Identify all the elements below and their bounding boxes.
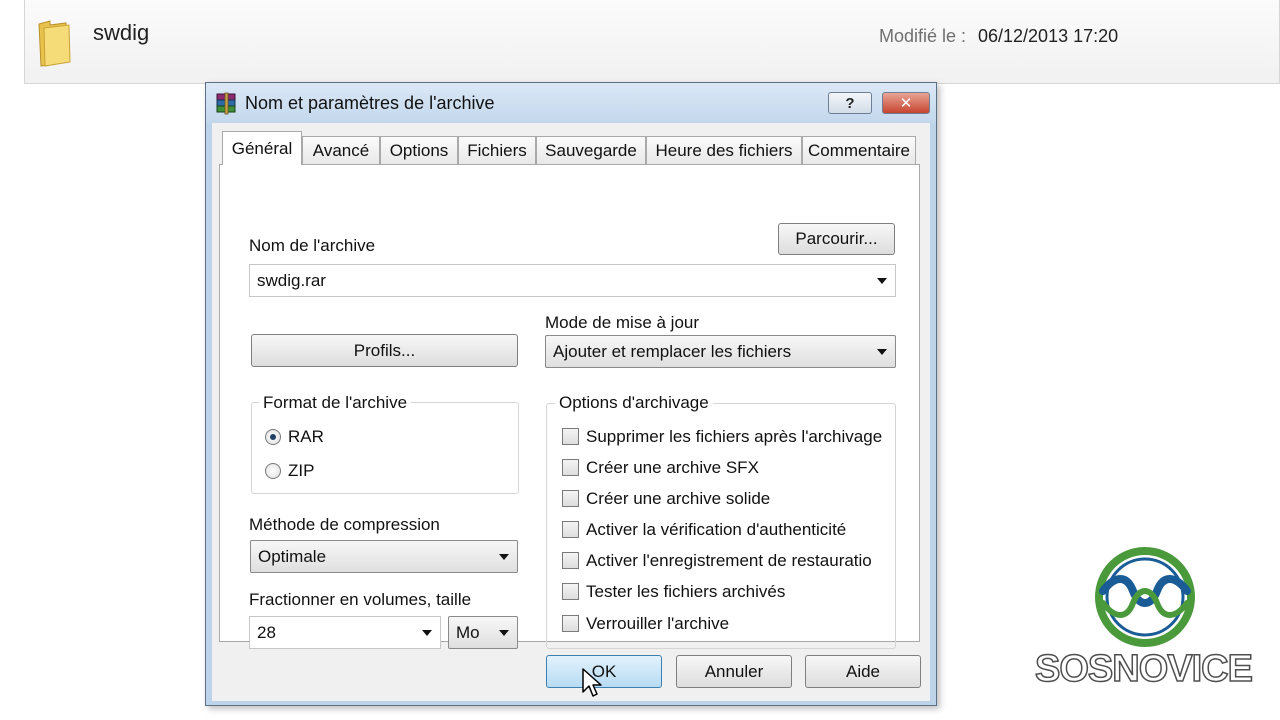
- tab-comment[interactable]: Commentaire: [802, 136, 916, 164]
- sosnovice-logo-text: SOSNOVICE: [1034, 647, 1253, 691]
- split-size-combobox[interactable]: 28: [249, 616, 441, 649]
- split-volumes-label: Fractionner en volumes, taille: [249, 590, 472, 609]
- winrar-icon: [216, 92, 236, 115]
- lock-archive-label[interactable]: Verrouiller l'archive: [586, 614, 729, 634]
- modified-label: Modifié le :: [879, 26, 967, 46]
- chevron-down-icon: [499, 553, 509, 560]
- test-files-checkbox[interactable]: [562, 583, 579, 600]
- help-icon[interactable]: ?: [828, 92, 872, 114]
- recovery-record-label[interactable]: Activer l'enregistrement de restauratio: [586, 551, 872, 571]
- tab-options[interactable]: Options: [380, 136, 458, 164]
- rar-radio[interactable]: [265, 429, 281, 445]
- split-unit-value: Mo: [456, 622, 480, 642]
- sosnovice-logo-icon: [1095, 547, 1195, 647]
- help-button[interactable]: Aide: [805, 655, 921, 688]
- chevron-down-icon: [499, 629, 509, 636]
- compression-method-value: Optimale: [258, 546, 327, 566]
- browse-button[interactable]: Parcourir...: [778, 223, 895, 255]
- update-mode-label: Mode de mise à jour: [545, 313, 700, 332]
- chevron-down-icon: [877, 348, 887, 355]
- authenticity-check-checkbox[interactable]: [562, 521, 579, 538]
- archive-settings-dialog: Nom et paramètres de l'archive ? ✕ Génér…: [205, 82, 937, 706]
- update-mode-value: Ajouter et remplacer les fichiers: [553, 341, 792, 361]
- update-mode-dropdown[interactable]: Ajouter et remplacer les fichiers: [545, 335, 896, 368]
- recovery-record-checkbox[interactable]: [562, 552, 579, 569]
- zip-radio-label[interactable]: ZIP: [288, 461, 314, 481]
- archive-name-label: Nom de l'archive: [249, 236, 376, 255]
- cancel-button[interactable]: Annuler: [676, 655, 792, 688]
- profiles-button[interactable]: Profils...: [251, 334, 518, 367]
- authenticity-check-label[interactable]: Activer la vérification d'authenticité: [586, 520, 846, 540]
- split-unit-dropdown[interactable]: Mo: [448, 616, 518, 649]
- create-solid-label[interactable]: Créer une archive solide: [586, 489, 770, 509]
- dialog-client-area: Général Avancé Options Fichiers Sauvegar…: [212, 123, 930, 701]
- folder-icon: [38, 20, 71, 67]
- archive-name-value: swdig.rar: [257, 270, 326, 290]
- tab-files[interactable]: Fichiers: [458, 136, 536, 164]
- delete-after-archiving-label[interactable]: Supprimer les fichiers après l'archivage: [586, 427, 882, 447]
- dialog-title: Nom et paramètres de l'archive: [245, 93, 495, 113]
- tab-backup[interactable]: Sauvegarde: [536, 136, 646, 164]
- tab-advanced[interactable]: Avancé: [302, 136, 380, 164]
- lock-archive-checkbox[interactable]: [562, 615, 579, 632]
- create-sfx-checkbox[interactable]: [562, 459, 579, 476]
- zip-radio[interactable]: [265, 463, 281, 479]
- archive-name-combobox[interactable]: swdig.rar: [249, 264, 896, 297]
- compression-method-dropdown[interactable]: Optimale: [250, 540, 518, 573]
- rar-radio-label[interactable]: RAR: [288, 427, 324, 447]
- create-solid-checkbox[interactable]: [562, 490, 579, 507]
- test-files-label[interactable]: Tester les fichiers archivés: [586, 582, 785, 602]
- folder-name[interactable]: swdig: [93, 20, 149, 46]
- chevron-down-icon: [422, 629, 432, 636]
- tab-general[interactable]: Général: [222, 131, 302, 165]
- split-size-value: 28: [257, 622, 276, 642]
- create-sfx-label[interactable]: Créer une archive SFX: [586, 458, 759, 478]
- dialog-titlebar[interactable]: Nom et paramètres de l'archive ? ✕: [206, 83, 936, 123]
- mouse-cursor-icon: [582, 668, 602, 697]
- modified-date: 06/12/2013 17:20: [978, 26, 1119, 46]
- archiving-options-title: Options d'archivage: [555, 393, 713, 413]
- delete-after-archiving-checkbox[interactable]: [562, 428, 579, 445]
- tab-panel-general: Nom de l'archive Parcourir... swdig.rar …: [219, 164, 920, 649]
- ok-button[interactable]: OK: [546, 655, 662, 688]
- close-icon[interactable]: ✕: [882, 92, 930, 114]
- tab-file-time[interactable]: Heure des fichiers: [646, 136, 802, 164]
- archive-format-title: Format de l'archive: [259, 393, 412, 413]
- compression-method-label: Méthode de compression: [249, 515, 440, 534]
- chevron-down-icon: [877, 277, 887, 284]
